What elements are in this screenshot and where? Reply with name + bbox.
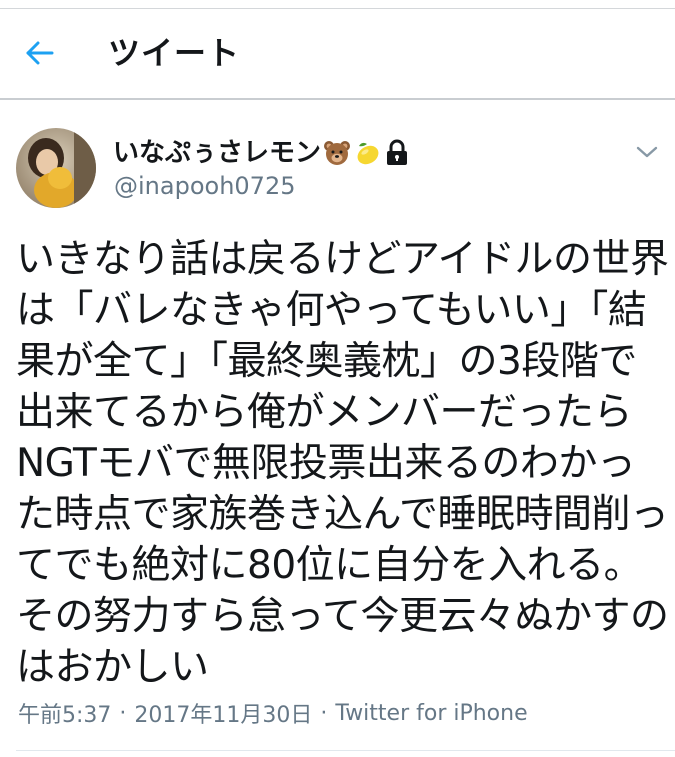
meta-separator: · xyxy=(119,700,127,726)
tweet-menu-button[interactable] xyxy=(632,140,662,164)
tweet-text-line: その努力すら怠って今更云々ぬかすの xyxy=(16,594,669,639)
page-title: ツイート xyxy=(108,34,241,72)
tweet-text-line: た時点で家族巻き込んで睡眠時間削っ xyxy=(16,492,669,537)
tweet-text-line: NGTモバで無限投票出来るのわかっ xyxy=(16,441,636,486)
username[interactable]: @inapooh0725 xyxy=(114,172,295,200)
tweet-text-line: は「バレなきゃ何やってもいい」「結 xyxy=(16,288,647,333)
header-divider xyxy=(0,98,675,100)
chevron-down-icon xyxy=(636,146,658,158)
tweet-text-line: いきなり話は戻るけどアイドルの世界 xyxy=(16,237,669,282)
arrow-left-icon xyxy=(26,41,54,65)
lock-icon xyxy=(387,139,408,165)
avatar[interactable] xyxy=(16,128,96,208)
tweet-text: いきなり話は戻るけどアイドルの世界 は「バレなきゃ何やってもいい」「結 果が全て… xyxy=(16,234,669,693)
bear-face-icon xyxy=(324,141,351,165)
tweet-text-line: 果が全て」「最終奥義枕」の3段階で xyxy=(16,339,637,384)
tweet-meta: 午前5:37 · 2017年11月30日 · Twitter for iPhon… xyxy=(18,697,528,729)
meta-separator: · xyxy=(320,700,328,726)
avatar-image xyxy=(16,128,96,208)
tweet-source[interactable]: Twitter for iPhone xyxy=(335,701,527,726)
back-button[interactable] xyxy=(18,35,62,71)
display-name-row[interactable]: いなぷぅさレモン xyxy=(113,136,409,170)
display-name: いなぷぅさレモン xyxy=(113,138,322,168)
tweet-text-line: 出来てるから俺がメンバーだったら xyxy=(16,390,633,435)
tweet-text-line: てでも絶対に80位に自分を入れる。 xyxy=(16,543,643,588)
tweet-time[interactable]: 午前5:37 xyxy=(18,697,111,729)
tweet-text-line: はおかしい xyxy=(16,645,209,690)
header-bar: ツイート xyxy=(0,9,675,97)
bottom-divider xyxy=(16,750,675,751)
tweet-date[interactable]: 2017年11月30日 xyxy=(134,697,312,729)
lemon-icon xyxy=(357,142,379,165)
